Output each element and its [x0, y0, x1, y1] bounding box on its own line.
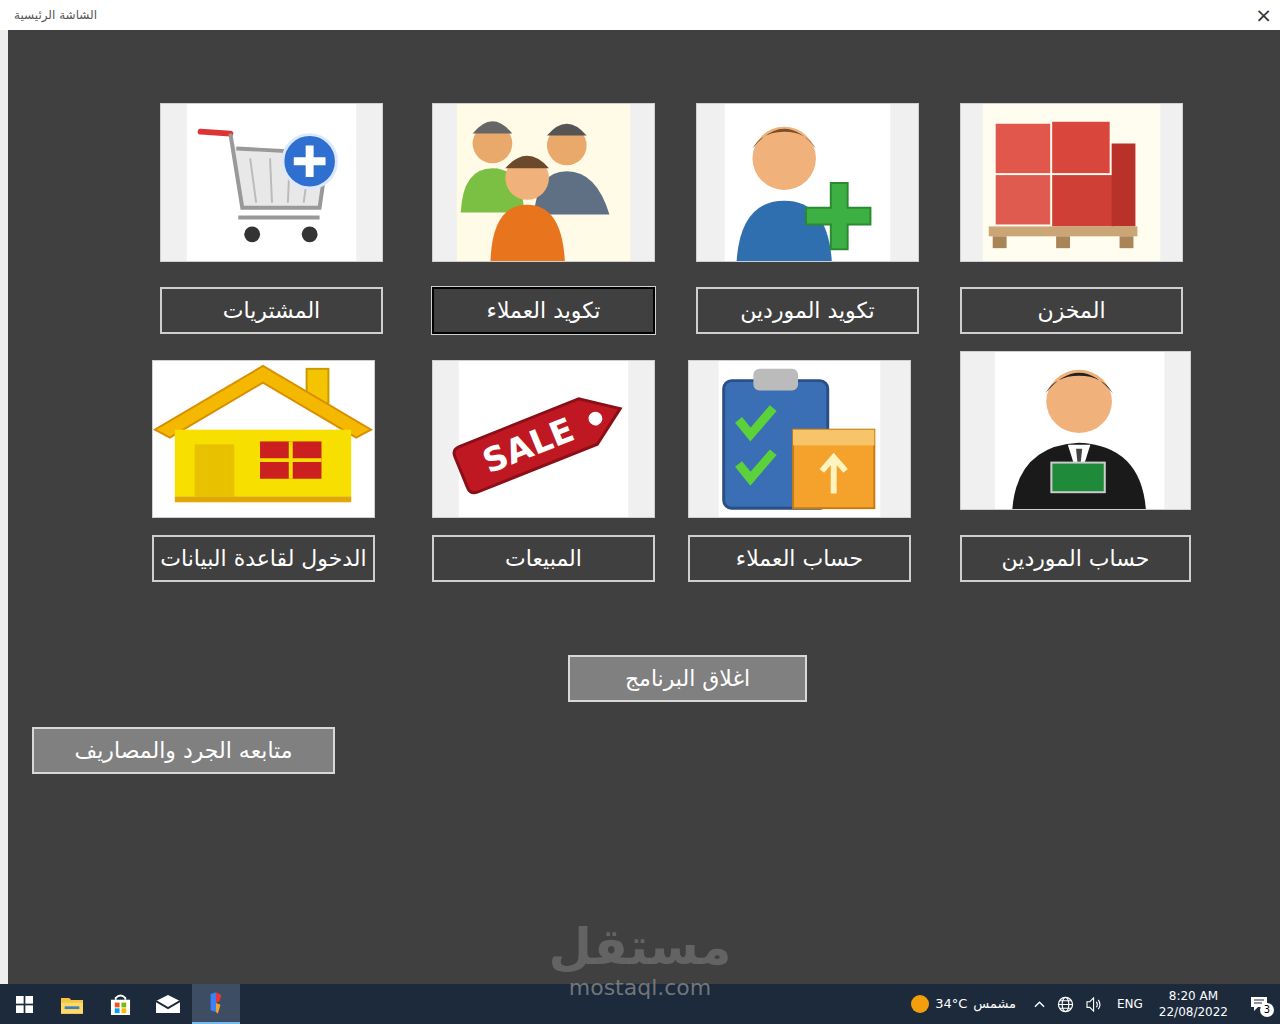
tile: المشتريات: [160, 30, 383, 334]
tile-label: الدخول لقاعدة البيانات: [160, 542, 366, 575]
tile: حساب العملاء: [688, 334, 911, 582]
taskbar-apps: [0, 984, 240, 1024]
tile: تكويد العملاء: [432, 30, 655, 334]
clipboard-icon: [689, 361, 910, 517]
explorer-icon: [61, 995, 83, 1014]
tile-label: تكويد العملاء: [487, 294, 601, 327]
main-area: المشتريات تكويد العملاء تكويد الموردين المخ…: [0, 30, 1280, 984]
tile-button[interactable]: حساب الموردين: [960, 535, 1191, 582]
notification-count: 3: [1260, 1003, 1274, 1017]
watermark-latin: mostaql.com: [569, 976, 712, 1000]
tile-label: المشتريات: [223, 294, 320, 327]
people-icon[interactable]: [432, 103, 655, 262]
mail-icon: [156, 995, 180, 1013]
weather-widget[interactable]: 34°C مشمس: [911, 994, 1016, 1014]
tile: SALE المبيعات: [432, 334, 655, 582]
tile-button[interactable]: تكويد الموردين: [696, 287, 919, 334]
cart-icon[interactable]: [160, 103, 383, 262]
clock-date: 22/08/2022: [1159, 1004, 1228, 1020]
tile-button[interactable]: المخزن: [960, 287, 1183, 334]
temperature: 34°C: [935, 994, 967, 1014]
store-icon: [110, 994, 131, 1015]
clock-time: 8:20 AM: [1169, 988, 1218, 1004]
sun-icon: [911, 995, 929, 1013]
chevron-up-icon[interactable]: [1034, 1000, 1045, 1008]
watermark: مستقلmostaql.com: [0, 918, 1280, 1000]
mail-taskbar-button[interactable]: [144, 984, 192, 1024]
sale-icon: SALE: [433, 361, 654, 517]
explorer-taskbar-button[interactable]: [48, 984, 96, 1024]
content: المشتريات تكويد العملاء تكويد الموردين المخ…: [8, 30, 1191, 984]
left-edge: [0, 30, 8, 984]
house-icon[interactable]: [152, 360, 375, 518]
app-taskbar-button[interactable]: [192, 984, 240, 1024]
tile: تكويد الموردين: [696, 30, 919, 334]
cart-icon: [161, 104, 382, 261]
tile-row: المشتريات تكويد العملاء تكويد الموردين المخ…: [8, 30, 1191, 334]
sale-icon[interactable]: SALE: [432, 360, 655, 518]
tile-button[interactable]: الدخول لقاعدة البيانات: [152, 535, 375, 582]
tile-button[interactable]: المبيعات: [432, 535, 655, 582]
tile-button[interactable]: المشتريات: [160, 287, 383, 334]
start-taskbar-button[interactable]: [0, 984, 48, 1024]
title-bar: الشاشة الرئيسية ×: [0, 0, 1280, 30]
people-icon: [433, 104, 654, 261]
sale-tag-text: SALE: [477, 410, 580, 481]
close-program-button[interactable]: اغلاق البرنامج: [568, 655, 807, 702]
inventory-label: متابعه الجرد والمصاريف: [74, 734, 292, 767]
language-indicator[interactable]: ENG: [1117, 995, 1143, 1013]
taskbar: 34°C مشمس ENG 8:20 AM22/08/2022 3: [0, 984, 1280, 1024]
tile-row: الدخول لقاعدة البيانات SALE المبيعات حساب ا…: [8, 334, 1191, 582]
tile-button[interactable]: تكويد العملاء: [432, 287, 655, 334]
tile: الدخول لقاعدة البيانات: [152, 334, 375, 582]
clock[interactable]: 8:20 AM22/08/2022: [1159, 988, 1228, 1020]
tile-button[interactable]: حساب العملاء: [688, 535, 911, 582]
boxes-icon: [961, 104, 1182, 261]
start-icon: [16, 996, 33, 1013]
globe-icon[interactable]: [1057, 996, 1074, 1013]
person-add-icon[interactable]: [696, 103, 919, 262]
tile-label: المبيعات: [505, 542, 582, 575]
window-title: الشاشة الرئيسية: [14, 6, 97, 24]
tile: المخزن: [960, 30, 1183, 334]
speaker-icon[interactable]: [1086, 997, 1103, 1012]
inventory-button[interactable]: متابعه الجرد والمصاريف: [32, 727, 335, 774]
tile-label: حساب الموردين: [1002, 542, 1150, 575]
person-add-icon: [697, 104, 918, 261]
tile-label: حساب العملاء: [736, 542, 863, 575]
notification-button[interactable]: 3: [1244, 989, 1274, 1019]
boxes-icon[interactable]: [960, 103, 1183, 262]
weather-condition: مشمس: [973, 994, 1016, 1014]
house-icon: [153, 361, 374, 517]
close-window-button[interactable]: ×: [1253, 5, 1274, 25]
close-program-label: اغلاق البرنامج: [625, 662, 750, 695]
app-icon: [207, 992, 225, 1014]
store-taskbar-button[interactable]: [96, 984, 144, 1024]
salesman-icon[interactable]: [960, 351, 1191, 510]
watermark-arabic: مستقل: [549, 918, 732, 976]
salesman-icon: [961, 352, 1190, 509]
tile-label: تكويد الموردين: [740, 294, 875, 327]
clipboard-icon[interactable]: [688, 360, 911, 518]
tile: حساب الموردين: [960, 334, 1191, 582]
system-tray: 34°C مشمس ENG 8:20 AM22/08/2022 3: [911, 984, 1280, 1024]
tile-label: المخزن: [1037, 294, 1105, 327]
